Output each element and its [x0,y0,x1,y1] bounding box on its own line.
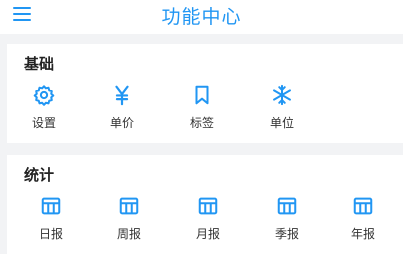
snowflake-icon [273,84,291,106]
stats-item-label: 周报 [116,227,141,241]
stats-item-label: 季报 [274,227,299,241]
basic-item-label: 单价 [109,116,134,130]
calendar-report-icon [198,197,218,215]
stats-item-label: 月报 [195,227,220,241]
stats-section-card: 统计 日报 周报 月报 季报 年报 [7,155,403,254]
basic-item-settings[interactable]: 设置 [19,84,69,131]
basic-section-card: 基础 设置 单价 标签 单位 [7,44,403,143]
basic-item-label: 单位 [269,116,294,130]
stats-item-daily[interactable]: 日报 [26,195,76,242]
stats-item-yearly[interactable]: 年报 [338,195,388,242]
function-center-screen: 功能中心 基础 设置 单价 标签 单位 统计 日报 周报 月报 季报 年报 [0,0,403,254]
calendar-report-icon [41,197,61,215]
stats-item-label: 日报 [38,227,63,241]
basic-item-unit-price[interactable]: 单价 [97,84,147,131]
gear-icon [33,85,55,106]
stats-items-row: 日报 周报 月报 季报 年报 [7,195,403,251]
stats-item-monthly[interactable]: 月报 [183,195,233,242]
section-title-stats: 统计 [24,166,55,184]
yen-icon [115,85,129,106]
basic-item-label: 标签 [189,116,214,130]
calendar-report-icon [353,197,373,215]
calendar-report-icon [119,197,139,215]
basic-item-tags[interactable]: 标签 [177,84,227,131]
bookmark-icon [195,85,209,105]
basic-items-row: 设置 单价 标签 单位 [7,84,403,140]
top-bar: 功能中心 [0,0,403,34]
basic-item-label: 设置 [31,116,56,130]
calendar-report-icon [277,197,297,215]
stats-item-quarterly[interactable]: 季报 [262,195,312,242]
basic-item-units[interactable]: 单位 [257,84,307,131]
stats-item-weekly[interactable]: 周报 [104,195,154,242]
page-title: 功能中心 [161,6,242,28]
section-title-basic: 基础 [24,55,55,73]
stats-item-label: 年报 [350,227,375,241]
